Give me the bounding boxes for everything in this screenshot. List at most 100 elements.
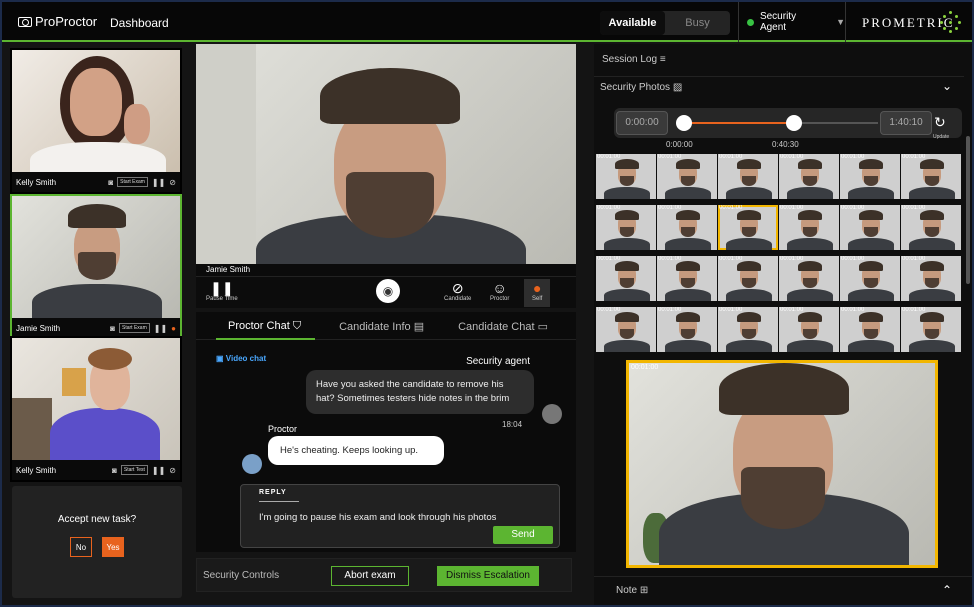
photo-thumbnail[interactable]: 00:01:00 bbox=[657, 307, 717, 352]
start-test-button[interactable]: Start Test bbox=[120, 465, 148, 475]
photo-thumbnail[interactable]: 00:01:00 bbox=[657, 205, 717, 250]
app-logo[interactable]: ProProctor bbox=[18, 14, 97, 29]
video-chat-link[interactable]: ▣ Video chat bbox=[216, 354, 266, 363]
range-end-handle[interactable] bbox=[786, 115, 802, 131]
proctor-button[interactable]: ☺ Proctor bbox=[490, 280, 509, 302]
photo-thumbnail[interactable]: 00:01:00 bbox=[901, 256, 961, 301]
send-button[interactable]: Send bbox=[493, 526, 553, 544]
security-controls: Security Controls Abort exam Dismiss Esc… bbox=[196, 558, 572, 592]
photo-thumbnail[interactable]: 00:01:00 bbox=[840, 205, 900, 250]
thumbnail-timestamp: 00:01:00 bbox=[902, 307, 926, 313]
mic-off-icon[interactable]: ⊘ bbox=[169, 466, 176, 475]
camera-icon[interactable]: ◙ bbox=[112, 466, 117, 475]
candidate-name: Kelly Smith bbox=[16, 177, 57, 187]
chevron-down-icon[interactable]: ⌄ bbox=[942, 79, 952, 93]
self-mic-button[interactable]: ● Self bbox=[532, 280, 542, 302]
photo-thumbnail[interactable]: 00:01:00 bbox=[596, 154, 656, 199]
photo-thumbnail[interactable]: 00:01:00 bbox=[840, 154, 900, 199]
thumbnail-timestamp: 00:01:00 bbox=[780, 154, 804, 160]
thumbnail-timestamp: 00:01:00 bbox=[658, 154, 682, 160]
photo-thumbnail[interactable]: 00:01:00 bbox=[901, 154, 961, 199]
photo-thumbnail[interactable]: 00:01:00 bbox=[657, 154, 717, 199]
reply-input[interactable]: I'm going to pause his exam and look thr… bbox=[259, 512, 496, 523]
candidate-video bbox=[12, 50, 180, 172]
app-window: ProProctor Dashboard Available Busy Secu… bbox=[2, 2, 972, 605]
message-time: 18:04 bbox=[502, 420, 523, 429]
start-time-field[interactable]: 0:00:00 bbox=[616, 111, 668, 135]
photo-thumbnail[interactable]: 00:01:00 bbox=[718, 256, 778, 301]
security-photos-header[interactable]: Security Photos ▨ ⌄ bbox=[594, 76, 964, 98]
thumbnail-timestamp: 00:01:00 bbox=[597, 205, 621, 211]
dismiss-escalation-button[interactable]: Dismiss Escalation bbox=[437, 566, 539, 586]
photo-thumbnail[interactable]: 00:01:00 bbox=[840, 307, 900, 352]
nav-dashboard[interactable]: Dashboard bbox=[110, 16, 169, 30]
photo-thumbnail[interactable]: 00:01:00 bbox=[901, 307, 961, 352]
photo-thumbnail[interactable]: 00:01:00 bbox=[779, 256, 839, 301]
session-log-header[interactable]: Session Log ≡ bbox=[602, 54, 666, 65]
note-section[interactable]: Note ⊞ ⌃ bbox=[594, 576, 972, 605]
camera-icon[interactable]: ◙ bbox=[108, 178, 113, 187]
candidate-tile[interactable]: Kelly Smith ◙ Start Exam ❚❚ ⊘ bbox=[10, 48, 182, 194]
pause-icon[interactable]: ❚❚ bbox=[154, 324, 167, 333]
mic-off-icon: ⊘ bbox=[451, 280, 464, 296]
agent-label: Security Agent bbox=[759, 11, 797, 33]
end-time-field[interactable]: 1:40:10 bbox=[880, 111, 932, 135]
time-range-slider[interactable]: 0:00:00 1:40:10 bbox=[614, 108, 962, 138]
photo-thumbnail[interactable]: 00:01:00 bbox=[596, 307, 656, 352]
photo-thumbnail[interactable]: 00:01:00 bbox=[779, 205, 839, 250]
pause-time-button[interactable]: ❚❚ Pause Time bbox=[206, 280, 238, 302]
pause-icon[interactable]: ❚❚ bbox=[152, 466, 165, 475]
photo-thumbnail[interactable]: 00:01:00 bbox=[840, 256, 900, 301]
candidate-video bbox=[12, 338, 180, 460]
security-controls-label: Security Controls bbox=[203, 570, 280, 581]
pause-icon[interactable]: ❚❚ bbox=[152, 178, 165, 187]
photo-thumbnail[interactable]: 00:01:00 bbox=[901, 205, 961, 250]
reply-box[interactable]: REPLY I'm going to pause his exam and lo… bbox=[240, 484, 560, 548]
candidate-mic-button[interactable]: ⊘ Candidate bbox=[444, 280, 471, 302]
photo-thumbnail[interactable]: 00:01:00 bbox=[596, 256, 656, 301]
abort-exam-button[interactable]: Abort exam bbox=[331, 566, 409, 586]
chevron-up-icon[interactable]: ⌃ bbox=[942, 583, 952, 597]
tab-candidate-chat[interactable]: Candidate Chat ▭ bbox=[458, 312, 548, 339]
mic-on-icon[interactable]: ● bbox=[171, 324, 176, 333]
busy-button[interactable]: Busy bbox=[665, 11, 730, 35]
image-icon: ▨ bbox=[672, 82, 683, 93]
decline-task-button[interactable]: No bbox=[70, 537, 92, 557]
refresh-icon[interactable]: ↻ bbox=[934, 114, 946, 131]
chat-tabs: Proctor Chat ⛉ Candidate Info ▤ Candidat… bbox=[196, 312, 576, 340]
message-sender: Security agent bbox=[466, 356, 530, 367]
photo-thumbnail[interactable]: 00:01:00 bbox=[718, 307, 778, 352]
mic-off-icon[interactable]: ⊘ bbox=[169, 178, 176, 187]
photo-thumbnail[interactable]: 00:01:00 bbox=[657, 256, 717, 301]
start-exam-button[interactable]: Start Exam bbox=[119, 323, 150, 333]
photo-preview: 00:01:00 bbox=[626, 360, 938, 568]
thumbnail-timestamp: 00:01:00 bbox=[658, 307, 682, 313]
tab-proctor-chat[interactable]: Proctor Chat ⛉ bbox=[215, 312, 316, 340]
task-prompt: Accept new task? No Yes bbox=[12, 486, 182, 598]
photo-thumbnail[interactable]: 00:01:00 bbox=[779, 154, 839, 199]
tab-candidate-info[interactable]: Candidate Info ▤ bbox=[339, 312, 424, 339]
candidate-tile-active[interactable]: Jamie Smith ◙ Start Exam ❚❚ ● bbox=[10, 194, 182, 340]
thumbnail-timestamp: 00:01:00 bbox=[597, 154, 621, 160]
candidate-name: Jamie Smith bbox=[16, 323, 61, 333]
thumbnail-timestamp: 00:01:00 bbox=[902, 154, 926, 160]
photo-grid: 00:01:00 00:01:00 00:01:00 00:01:00 00:01:00… bbox=[596, 154, 964, 352]
candidate-tile[interactable]: Kelly Smith ◙ Start Test ❚❚ ⊘ bbox=[10, 336, 182, 482]
photo-thumbnail-selected[interactable]: 00:01:00 bbox=[718, 205, 778, 250]
start-exam-button[interactable]: Start Exam bbox=[117, 177, 148, 187]
message-bubble: He's cheating. Keeps looking up. bbox=[268, 436, 444, 465]
proctor-user-icon: ☺ bbox=[492, 280, 507, 296]
photo-thumbnail[interactable]: 00:01:00 bbox=[718, 154, 778, 199]
snapshot-camera-icon[interactable]: ◉ bbox=[376, 279, 400, 303]
agent-menu[interactable]: Security Agent ▼ bbox=[738, 2, 846, 42]
scrollbar[interactable] bbox=[966, 136, 970, 284]
available-button[interactable]: Available bbox=[600, 11, 665, 35]
photo-thumbnail[interactable]: 00:01:00 bbox=[596, 205, 656, 250]
camera-icon[interactable]: ◙ bbox=[110, 324, 115, 333]
availability-toggle[interactable]: Available Busy bbox=[600, 11, 730, 35]
range-start-handle[interactable] bbox=[676, 115, 692, 131]
shield-icon: ⛉ bbox=[292, 320, 302, 332]
thumbnail-timestamp: 00:01:00 bbox=[597, 307, 621, 313]
photo-thumbnail[interactable]: 00:01:00 bbox=[779, 307, 839, 352]
accept-task-button[interactable]: Yes bbox=[102, 537, 124, 557]
